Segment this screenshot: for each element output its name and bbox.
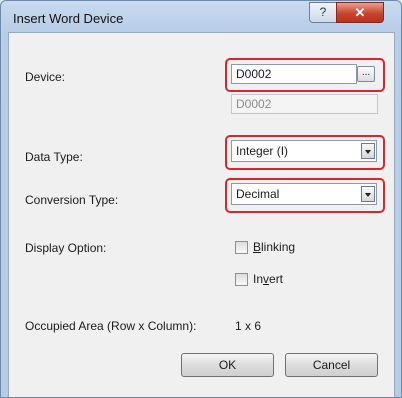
device-preview-field: D0002	[231, 94, 378, 114]
invert-label-post: ert	[269, 272, 284, 286]
occupied-area-value: 1 x 6	[235, 319, 262, 333]
chevron-down-icon	[365, 193, 371, 197]
conversion-type-label: Conversion Type:	[25, 193, 119, 207]
occupied-area-label: Occupied Area (Row x Column):	[25, 319, 197, 333]
chevron-down-icon	[365, 150, 371, 154]
conversion-type-select[interactable]: Decimal	[231, 183, 377, 205]
display-option-label: Display Option:	[25, 241, 107, 255]
data-type-label: Data Type:	[25, 150, 83, 164]
data-type-dropdown-button[interactable]	[361, 143, 375, 159]
blinking-checkbox[interactable]	[235, 241, 248, 254]
window-title: Insert Word Device	[13, 11, 124, 26]
invert-checkbox[interactable]	[235, 273, 248, 286]
dialog-body: Device: D0002 ... D0002 Data Type: Integ…	[8, 32, 395, 397]
help-icon: ?	[319, 5, 327, 19]
conversion-type-value: Decimal	[236, 187, 280, 201]
close-button[interactable]: ✕	[336, 2, 384, 23]
cancel-button[interactable]: Cancel	[285, 353, 378, 377]
ok-button[interactable]: OK	[181, 353, 274, 377]
close-icon: ✕	[354, 5, 366, 20]
insert-word-device-dialog: Insert Word Device ? ✕ Device: D0002 ...…	[0, 0, 402, 398]
device-label: Device:	[25, 70, 66, 84]
blinking-label[interactable]: Blinking	[253, 240, 295, 254]
device-input[interactable]: D0002	[231, 64, 357, 84]
data-type-value: Integer (I)	[236, 144, 289, 158]
conversion-type-dropdown-button[interactable]	[361, 186, 375, 202]
device-browse-button[interactable]: ...	[357, 66, 375, 82]
blinking-mnemonic: B	[253, 240, 262, 254]
data-type-select[interactable]: Integer (I)	[231, 140, 377, 162]
title-bar[interactable]: Insert Word Device ? ✕	[1, 1, 401, 35]
help-button[interactable]: ?	[309, 2, 337, 23]
invert-label-pre: In	[253, 272, 264, 286]
blinking-label-text: linking	[261, 240, 296, 254]
invert-label[interactable]: Invert	[253, 272, 283, 286]
